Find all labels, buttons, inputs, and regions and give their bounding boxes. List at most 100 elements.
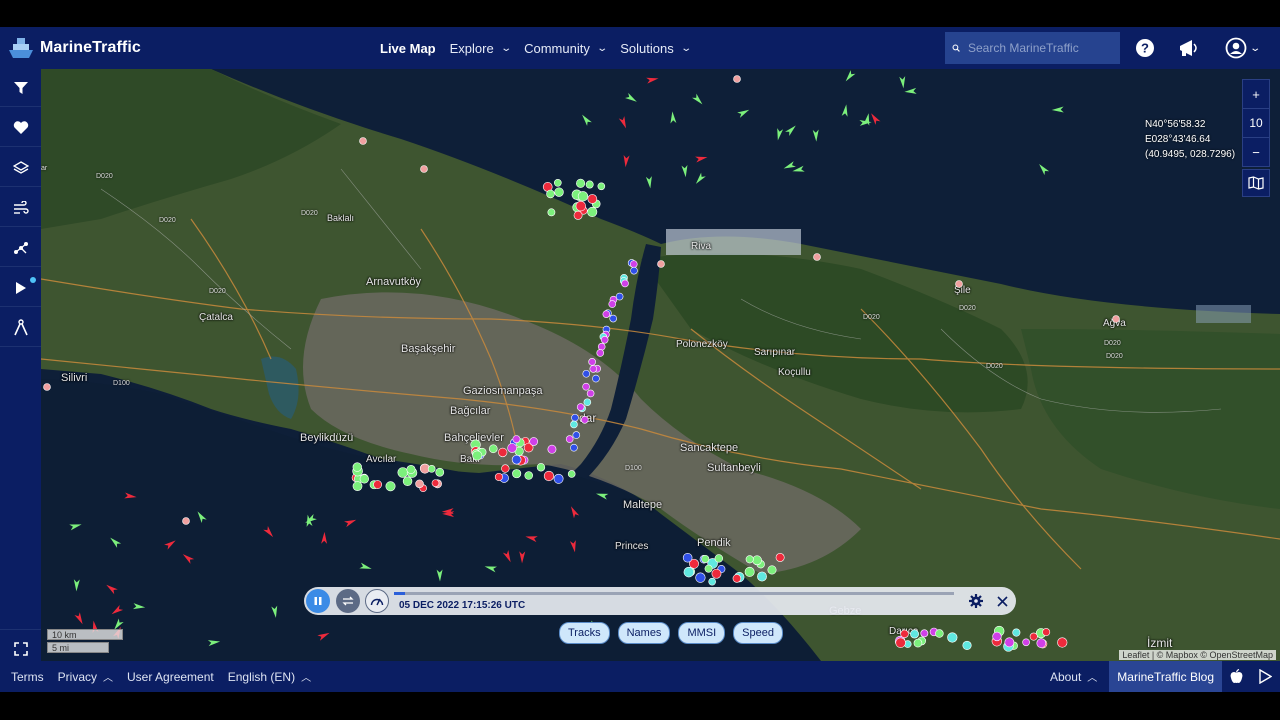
vessel-marker[interactable] bbox=[695, 154, 708, 163]
vessel-marker[interactable] bbox=[565, 435, 574, 443]
vessel-marker[interactable] bbox=[783, 161, 796, 171]
routes-button[interactable] bbox=[0, 229, 41, 267]
vessel-marker[interactable] bbox=[992, 631, 1002, 642]
vessel-marker[interactable] bbox=[757, 571, 767, 582]
megaphone-icon[interactable] bbox=[1178, 37, 1200, 59]
vessel-marker[interactable] bbox=[704, 564, 713, 573]
vessel-marker[interactable] bbox=[110, 604, 124, 617]
pause-button[interactable] bbox=[306, 589, 330, 613]
playback-timeline[interactable] bbox=[394, 592, 954, 595]
weather-button[interactable] bbox=[0, 189, 41, 227]
vessel-marker[interactable] bbox=[775, 128, 784, 141]
vessel-marker[interactable] bbox=[402, 476, 413, 487]
settings-button[interactable] bbox=[964, 589, 988, 613]
vessel-marker[interactable] bbox=[630, 266, 638, 275]
vessel-marker[interactable] bbox=[962, 640, 972, 650]
vessel-marker[interactable] bbox=[587, 194, 598, 204]
vessel-marker[interactable] bbox=[913, 638, 923, 648]
vessel-marker[interactable] bbox=[554, 187, 564, 197]
vessel-marker[interactable] bbox=[73, 579, 80, 592]
vessel-marker[interactable] bbox=[920, 629, 929, 638]
vessel-marker[interactable] bbox=[553, 473, 564, 484]
footer-terms[interactable]: Terms bbox=[11, 670, 44, 684]
measure-button[interactable] bbox=[0, 309, 41, 347]
vessel-marker[interactable] bbox=[910, 629, 919, 639]
vessel-marker[interactable] bbox=[904, 87, 917, 95]
favorites-button[interactable] bbox=[0, 109, 41, 147]
vessel-marker[interactable] bbox=[529, 437, 539, 446]
vessel-marker[interactable] bbox=[1112, 315, 1120, 323]
vessel-marker[interactable] bbox=[195, 510, 207, 523]
apple-store-link[interactable] bbox=[1222, 661, 1250, 692]
vessel-marker[interactable] bbox=[785, 123, 798, 137]
vessel-marker[interactable] bbox=[317, 630, 330, 641]
vessel-marker[interactable] bbox=[692, 93, 705, 107]
vessel-marker[interactable] bbox=[567, 470, 576, 478]
vessel-marker[interactable] bbox=[568, 505, 580, 519]
vessel-marker[interactable] bbox=[1029, 632, 1038, 641]
vessel-marker[interactable] bbox=[597, 342, 606, 351]
vessel-marker[interactable] bbox=[507, 443, 517, 453]
logo[interactable]: MarineTraffic bbox=[8, 35, 141, 61]
vessel-marker[interactable] bbox=[132, 603, 146, 610]
vessel-marker[interactable] bbox=[1004, 637, 1015, 648]
vessel-marker[interactable] bbox=[406, 464, 416, 474]
search-box[interactable] bbox=[945, 32, 1120, 64]
vessel-marker[interactable] bbox=[207, 638, 221, 647]
vessel-marker[interactable] bbox=[525, 534, 538, 543]
vessel-marker[interactable] bbox=[733, 75, 741, 83]
vessel-marker[interactable] bbox=[608, 300, 617, 308]
search-input[interactable] bbox=[966, 40, 1120, 56]
vessel-marker[interactable] bbox=[547, 444, 557, 454]
vessel-marker[interactable] bbox=[74, 612, 85, 625]
vessel-marker[interactable] bbox=[519, 551, 526, 564]
vessel-marker[interactable] bbox=[1037, 162, 1050, 176]
vessel-marker[interactable] bbox=[570, 420, 578, 429]
vessel-marker[interactable] bbox=[352, 481, 363, 492]
vessel-marker[interactable] bbox=[587, 206, 598, 217]
map-type-button[interactable] bbox=[1242, 169, 1270, 197]
vessel-marker[interactable] bbox=[580, 113, 592, 126]
vessel-marker[interactable] bbox=[572, 431, 581, 439]
vessel-marker[interactable] bbox=[602, 310, 611, 318]
nav-solutions[interactable]: Solutions ⌄ bbox=[620, 41, 692, 56]
vessel-marker[interactable] bbox=[767, 565, 777, 575]
vessel-marker[interactable] bbox=[621, 279, 629, 288]
vessel-marker[interactable] bbox=[841, 104, 850, 117]
vessel-marker[interactable] bbox=[69, 521, 82, 531]
vessel-marker[interactable] bbox=[321, 531, 328, 544]
vessel-marker[interactable] bbox=[359, 562, 372, 572]
zoom-out-button[interactable]: − bbox=[1243, 138, 1269, 166]
close-button[interactable] bbox=[990, 589, 1014, 613]
vessel-marker[interactable] bbox=[629, 260, 638, 268]
language-selector[interactable]: English (EN) ︿ bbox=[228, 669, 311, 685]
vessel-marker[interactable] bbox=[669, 111, 677, 124]
vessel-marker[interactable] bbox=[646, 75, 659, 84]
vessel-marker[interactable] bbox=[415, 479, 424, 489]
vessel-marker[interactable] bbox=[955, 280, 963, 288]
vessel-marker[interactable] bbox=[512, 435, 521, 444]
vessel-marker[interactable] bbox=[645, 176, 653, 189]
vessel-marker[interactable] bbox=[182, 517, 190, 525]
vessel-marker[interactable] bbox=[586, 389, 595, 398]
vessel-marker[interactable] bbox=[108, 535, 122, 548]
vessel-marker[interactable] bbox=[502, 550, 514, 563]
vessel-marker[interactable] bbox=[714, 554, 723, 563]
vessel-marker[interactable] bbox=[812, 129, 820, 142]
footer-user-agreement[interactable]: User Agreement bbox=[127, 670, 214, 684]
vessel-marker[interactable] bbox=[596, 349, 605, 357]
vessel-marker[interactable] bbox=[359, 474, 369, 484]
vessel-marker[interactable] bbox=[576, 403, 585, 411]
vessel-marker[interactable] bbox=[695, 572, 706, 583]
vessel-marker[interactable] bbox=[592, 374, 600, 383]
vessel-marker[interactable] bbox=[501, 464, 510, 473]
vessel-marker[interactable] bbox=[263, 525, 275, 539]
vessel-marker[interactable] bbox=[615, 292, 624, 301]
zoom-in-button[interactable]: + bbox=[1243, 80, 1269, 109]
vessel-marker[interactable] bbox=[573, 210, 583, 220]
vessel-marker[interactable] bbox=[744, 566, 755, 577]
vessel-marker[interactable] bbox=[900, 629, 909, 639]
vessel-marker[interactable] bbox=[373, 480, 382, 489]
vessel-marker[interactable] bbox=[164, 538, 177, 550]
vessel-marker[interactable] bbox=[575, 200, 587, 212]
